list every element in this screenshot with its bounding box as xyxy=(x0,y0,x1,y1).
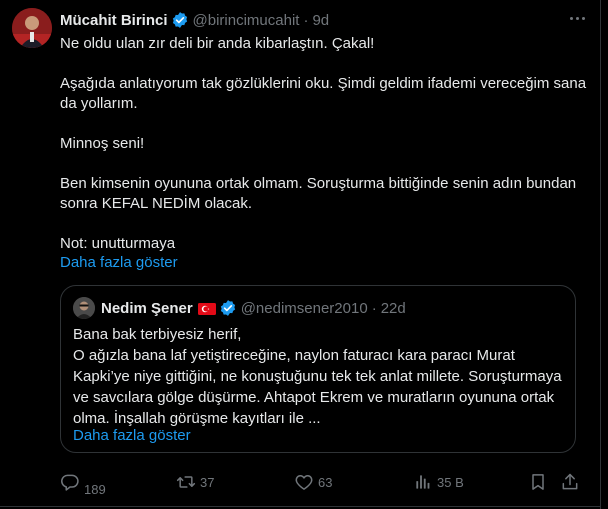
more-icon[interactable] xyxy=(566,10,588,26)
tweet-text: Ne oldu ulan zır deli bir anda kibarlaşt… xyxy=(60,34,590,254)
tweet-paragraph: Aşağıda anlatıyorum tak gözlüklerini oku… xyxy=(60,75,587,112)
quoted-header: Nedim Şener @nedimsener2010 · 22d xyxy=(101,298,406,318)
author-name[interactable]: Mücahit Birinci xyxy=(60,12,168,29)
quoted-time[interactable]: 22d xyxy=(381,300,406,317)
repost-button[interactable]: 37 xyxy=(176,470,214,494)
tweet-paragraph: Minnoş seni! xyxy=(60,135,145,152)
verified-badge-icon[interactable] xyxy=(171,11,189,29)
tweet-paragraph: Ben kimsenin oyununa ortak olmam. Soruşt… xyxy=(60,175,577,212)
views-icon xyxy=(413,472,433,492)
quoted-author-name[interactable]: Nedim Şener xyxy=(101,300,193,317)
separator-dot: · xyxy=(303,11,309,29)
separator-dot: · xyxy=(371,299,377,317)
like-count: 63 xyxy=(318,474,333,490)
action-bar: 189 37 63 35 B xyxy=(60,470,590,497)
tweet-paragraph: Ne oldu ulan zır deli bir anda kibarlaşt… xyxy=(60,35,375,52)
repost-icon xyxy=(176,472,196,492)
bookmark-icon xyxy=(528,472,548,492)
quoted-line: Bana bak terbiyesiz herif, xyxy=(73,326,242,343)
views-count: 35 B xyxy=(437,474,464,490)
views-button[interactable]: 35 B xyxy=(413,470,464,494)
share-button[interactable] xyxy=(560,470,580,494)
share-icon xyxy=(560,472,580,492)
reply-button[interactable]: 189 xyxy=(60,470,106,497)
like-button[interactable]: 63 xyxy=(294,470,332,494)
show-more-link[interactable]: Daha fazla göster xyxy=(60,253,178,273)
tweet-header: Mücahit Birinci @birincimucahit · 9d xyxy=(60,10,329,30)
turkish-flag-icon xyxy=(197,302,216,315)
quoted-line: O ağızla bana laf yetiştireceğine, naylo… xyxy=(73,347,562,427)
repost-count: 37 xyxy=(200,474,215,490)
tweet[interactable]: Mücahit Birinci @birincimucahit · 9d Ne … xyxy=(0,0,600,509)
tweet-divider xyxy=(0,506,600,507)
tweet-paragraph: Not: unutturmaya xyxy=(60,235,176,252)
reply-count: 189 xyxy=(84,481,106,497)
quoted-text: Bana bak terbiyesiz herif, O ağızla bana… xyxy=(73,324,563,429)
quoted-tweet[interactable]: Nedim Şener @nedimsener2010 · 22d Bana b… xyxy=(60,285,576,453)
like-icon xyxy=(294,472,314,492)
author-handle[interactable]: @birincimucahit xyxy=(193,12,300,29)
bookmark-button[interactable] xyxy=(528,470,548,494)
reply-icon xyxy=(60,472,80,492)
column-border xyxy=(600,0,601,509)
verified-badge-icon[interactable] xyxy=(219,299,237,317)
author-avatar[interactable] xyxy=(12,8,52,48)
tweet-time[interactable]: 9d xyxy=(312,12,329,29)
quoted-author-avatar[interactable] xyxy=(73,297,95,319)
quoted-show-more-link[interactable]: Daha fazla göster xyxy=(73,426,191,446)
quoted-handle[interactable]: @nedimsener2010 xyxy=(241,300,368,317)
